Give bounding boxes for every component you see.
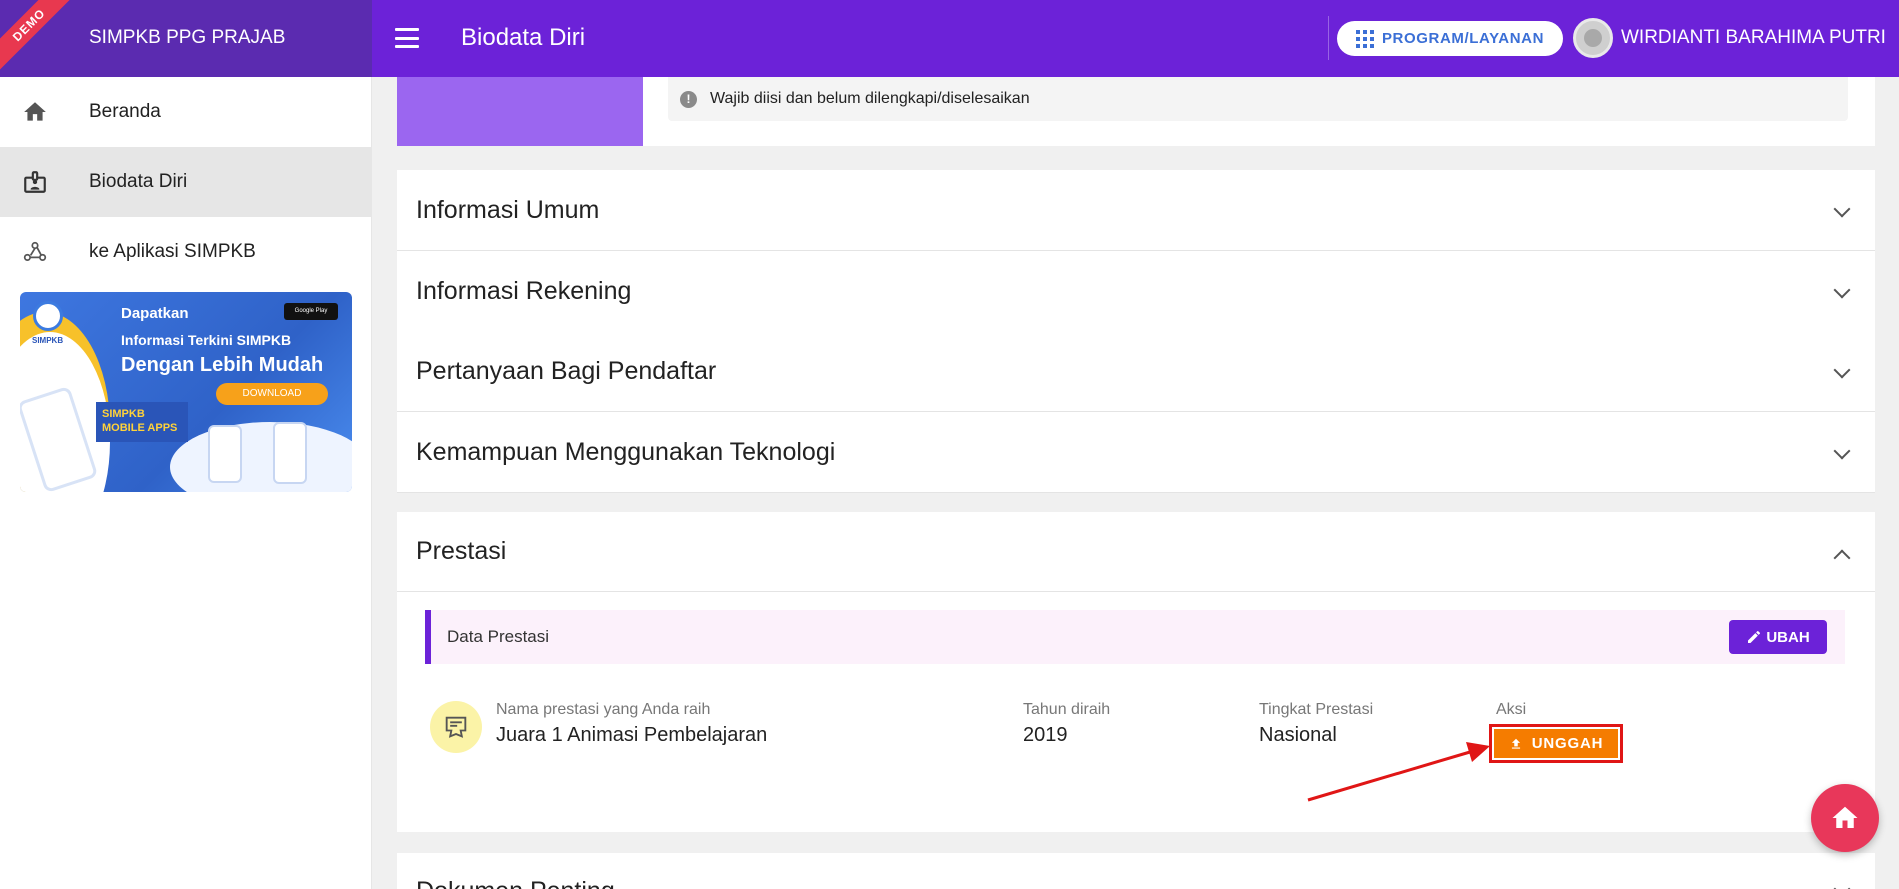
phone-illustration-icon <box>273 422 307 484</box>
ubah-label: UBAH <box>1766 628 1810 646</box>
panel-header[interactable]: Informasi Rekening <box>397 251 1875 331</box>
achievement-name: Juara 1 Animasi Pembelajaran <box>496 724 768 746</box>
unggah-button[interactable]: UNGGAH <box>1494 729 1618 758</box>
panel-header[interactable]: Prestasi <box>397 512 1875 592</box>
panel-title: Informasi Umum <box>416 195 600 224</box>
sidebar-item-label: Biodata Diri <box>89 171 188 192</box>
panel-header[interactable]: Pertanyaan Bagi Pendaftar <box>397 331 1875 411</box>
sidebar-item-biodata[interactable]: Biodata Diri <box>0 147 372 217</box>
user-menu[interactable]: WIRDIANTI BARAHIMA PUTRI <box>1573 18 1886 58</box>
column-label-level: Tingkat Prestasi <box>1259 701 1374 718</box>
top-app-bar: DEMO SIMPKB PPG PRAJAB Biodata Diri PROG… <box>0 0 1899 77</box>
column-label-year: Tahun diraih <box>1023 701 1111 718</box>
banner-download-button[interactable]: DOWNLOAD <box>216 383 328 405</box>
achievement-level: Nasional <box>1259 724 1337 746</box>
profile-color-block <box>397 77 643 146</box>
column-label-name: Nama prestasi yang Anda raih <box>496 701 711 718</box>
award-icon <box>430 701 482 753</box>
banner-mobile-label: SIMPKB MOBILE APPS <box>96 402 188 442</box>
sidebar-item-label: ke Aplikasi SIMPKB <box>89 241 256 262</box>
panel-header[interactable]: Dokumen Penting <box>397 853 1875 889</box>
program-layanan-label: PROGRAM/LAYANAN <box>1381 30 1545 47</box>
sidebar-item-label: Beranda <box>89 101 161 122</box>
panel-informasi-rekening[interactable]: Informasi Rekening <box>397 251 1875 332</box>
chevron-down-icon <box>1833 200 1851 218</box>
panel-kemampuan-teknologi[interactable]: Kemampuan Menggunakan Teknologi <box>397 412 1875 493</box>
chevron-down-icon <box>1833 442 1851 460</box>
ubah-button[interactable]: UBAH <box>1729 620 1827 654</box>
panel-title: Dokumen Penting <box>416 877 615 889</box>
home-fab-button[interactable] <box>1811 784 1879 852</box>
chevron-down-icon <box>1833 361 1851 379</box>
panel-title: Informasi Rekening <box>416 276 632 305</box>
chevron-down-icon <box>1833 281 1851 299</box>
apps-grid-icon <box>1355 29 1374 48</box>
unggah-label: UNGGAH <box>1531 735 1604 752</box>
banner-line-2: Informasi Terkini SIMPKB <box>121 332 292 348</box>
avatar <box>1573 18 1613 58</box>
program-layanan-button[interactable]: PROGRAM/LAYANAN <box>1337 21 1563 56</box>
home-icon <box>24 102 46 121</box>
panel-title: Kemampuan Menggunakan Teknologi <box>416 437 836 466</box>
page-title: Biodata Diri <box>461 24 586 51</box>
demo-ribbon: DEMO <box>0 0 76 72</box>
panel-title: Pertanyaan Bagi Pendaftar <box>416 356 717 385</box>
badge-icon <box>24 171 46 193</box>
required-notice: ! Wajib diisi dan belum dilengkapi/disel… <box>668 77 1848 121</box>
sidebar-item-beranda[interactable]: Beranda <box>0 77 372 147</box>
sidebar: Beranda Biodata Diri ke Aplikasi SIMPKB … <box>0 77 372 889</box>
tut-wuri-logo-icon <box>33 301 63 331</box>
panel-informasi-umum[interactable]: Informasi Umum <box>397 170 1875 251</box>
chevron-up-icon <box>1833 549 1851 567</box>
panel-header[interactable]: Kemampuan Menggunakan Teknologi <box>397 412 1875 492</box>
panel-title: Prestasi <box>416 537 507 565</box>
panel-pertanyaan-pendaftar[interactable]: Pertanyaan Bagi Pendaftar <box>397 331 1875 412</box>
upload-icon <box>1511 738 1520 749</box>
banner-logo-text: SIMPKB <box>32 336 64 345</box>
phone-illustration-icon <box>208 425 242 483</box>
info-icon: ! <box>680 90 697 108</box>
required-notice-text: Wajib diisi dan belum dilengkapi/diseles… <box>710 90 1030 107</box>
banner-line-1: Dapatkan <box>121 305 189 322</box>
achievement-year: 2019 <box>1023 724 1068 746</box>
app-title[interactable]: SIMPKB PPG PRAJAB <box>89 27 285 49</box>
data-prestasi-bar: Data Prestasi UBAH <box>425 610 1845 664</box>
mobile-app-banner[interactable]: SIMPKB Dapatkan Informasi Terkini SIMPKB… <box>20 292 352 492</box>
sidebar-item-aplikasi-simpkb[interactable]: ke Aplikasi SIMPKB <box>0 217 372 287</box>
profile-summary-card: ! Wajib diisi dan belum dilengkapi/disel… <box>397 77 1875 146</box>
hamburger-menu-icon[interactable] <box>393 25 421 51</box>
user-name: WIRDIANTI BARAHIMA PUTRI <box>1621 27 1886 48</box>
brand-area: DEMO SIMPKB PPG PRAJAB <box>0 0 372 77</box>
column-label-action: Aksi <box>1496 701 1527 718</box>
home-icon <box>1832 806 1858 828</box>
panel-header[interactable]: Informasi Umum <box>397 170 1875 250</box>
webhook-icon <box>23 241 47 261</box>
chevron-down-icon <box>1833 880 1851 889</box>
google-play-badge[interactable]: Google Play <box>284 303 338 320</box>
banner-line-3: Dengan Lebih Mudah <box>121 354 324 376</box>
panel-prestasi: Prestasi Data Prestasi UBAH Nama prestas… <box>397 512 1875 832</box>
unggah-highlight: UNGGAH <box>1489 724 1623 763</box>
panel-dokumen-penting[interactable]: Dokumen Penting <box>397 853 1875 889</box>
pencil-icon <box>1748 630 1761 643</box>
data-prestasi-label: Data Prestasi <box>447 627 550 646</box>
header-divider <box>1328 16 1329 60</box>
